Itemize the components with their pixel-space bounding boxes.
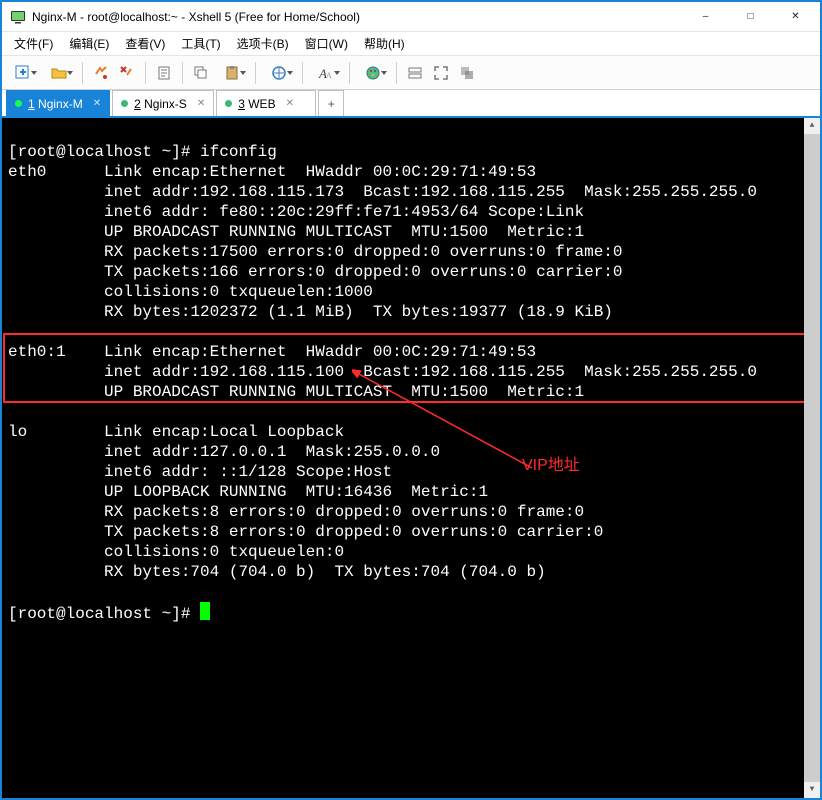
font-button[interactable]: AA [309, 61, 343, 85]
terminal-line: TX packets:166 errors:0 dropped:0 overru… [8, 263, 623, 281]
window-titlebar: Nginx-M - root@localhost:~ - Xshell 5 (F… [2, 2, 820, 32]
terminal-line: lo Link encap:Local Loopback [8, 423, 344, 441]
status-dot-icon [225, 100, 232, 107]
terminal-line: RX packets:17500 errors:0 dropped:0 over… [8, 243, 623, 261]
toolbar-separator [182, 62, 183, 84]
copy-button[interactable] [189, 61, 213, 85]
terminal-line: inet addr:192.168.115.100 Bcast:192.168.… [8, 363, 757, 381]
menubar: 文件(F) 编辑(E) 查看(V) 工具(T) 选项卡(B) 窗口(W) 帮助(… [2, 32, 820, 56]
tab-label: Nginx-S [144, 97, 187, 111]
tab-add-button[interactable]: + [318, 90, 344, 116]
toolbar: AA [2, 56, 820, 90]
tab-label: Nginx-M [38, 97, 83, 111]
disconnect-button[interactable] [115, 61, 139, 85]
maximize-button[interactable]: □ [728, 3, 773, 31]
terminal-line: collisions:0 txqueuelen:1000 [8, 283, 373, 301]
terminal-line: RX bytes:704 (704.0 b) TX bytes:704 (704… [8, 563, 546, 581]
scroll-track[interactable] [804, 134, 820, 782]
tab-close-icon[interactable]: ✕ [286, 98, 294, 109]
toolbar-separator [302, 62, 303, 84]
color-scheme-button[interactable] [356, 61, 390, 85]
tab-nginx-m[interactable]: 1 Nginx-M ✕ [6, 90, 110, 116]
open-button[interactable] [42, 61, 76, 85]
tab-web[interactable]: 3 WEB ✕ [216, 90, 316, 116]
terminal-line: inet addr:192.168.115.173 Bcast:192.168.… [8, 183, 757, 201]
tab-close-icon[interactable]: ✕ [197, 98, 205, 109]
svg-text:A: A [326, 71, 332, 80]
terminal-line: inet6 addr: ::1/128 Scope:Host [8, 463, 392, 481]
window-title: Nginx-M - root@localhost:~ - Xshell 5 (F… [32, 10, 683, 24]
terminal-line: UP LOOPBACK RUNNING MTU:16436 Metric:1 [8, 483, 488, 501]
terminal-line: [root@localhost ~]# ifconfig [8, 143, 277, 161]
menu-file[interactable]: 文件(F) [6, 32, 61, 55]
toolbar-separator [82, 62, 83, 84]
properties-button[interactable] [152, 61, 176, 85]
fullscreen-button[interactable] [429, 61, 453, 85]
menu-tools[interactable]: 工具(T) [173, 32, 228, 55]
toolbar-separator [396, 62, 397, 84]
terminal-line: RX packets:8 errors:0 dropped:0 overruns… [8, 503, 584, 521]
vertical-scrollbar[interactable]: ▲ ▼ [804, 118, 820, 798]
paste-button[interactable] [215, 61, 249, 85]
cursor-icon [200, 602, 210, 620]
tab-close-icon[interactable]: ✕ [93, 98, 101, 109]
find-button[interactable] [262, 61, 296, 85]
menu-tabs[interactable]: 选项卡(B) [229, 32, 297, 55]
transparency-button[interactable] [455, 61, 479, 85]
tab-number: 2 [134, 97, 141, 111]
terminal-output[interactable]: [root@localhost ~]# ifconfig eth0 Link e… [2, 118, 820, 798]
menu-view[interactable]: 查看(V) [117, 32, 173, 55]
toolbar-separator [145, 62, 146, 84]
tab-number: 1 [28, 97, 35, 111]
terminal-line: eth0:1 Link encap:Ethernet HWaddr 00:0C:… [8, 343, 536, 361]
terminal-line: collisions:0 txqueuelen:0 [8, 543, 344, 561]
tile-horizontal-button[interactable] [403, 61, 427, 85]
scroll-down-icon[interactable]: ▼ [804, 782, 820, 798]
scroll-thumb[interactable] [804, 134, 820, 782]
terminal-line: inet addr:127.0.0.1 Mask:255.0.0.0 [8, 443, 440, 461]
terminal-line: eth0 Link encap:Ethernet HWaddr 00:0C:29… [8, 163, 536, 181]
tab-number: 3 [238, 97, 245, 111]
terminal-line: [root@localhost ~]# [8, 605, 200, 623]
minimize-button[interactable]: – [683, 3, 728, 31]
reconnect-button[interactable] [89, 61, 113, 85]
toolbar-separator [255, 62, 256, 84]
scroll-up-icon[interactable]: ▲ [804, 118, 820, 134]
status-dot-icon [15, 100, 22, 107]
terminal-line: UP BROADCAST RUNNING MULTICAST MTU:1500 … [8, 383, 584, 401]
terminal-line: UP BROADCAST RUNNING MULTICAST MTU:1500 … [8, 223, 584, 241]
terminal-line: RX bytes:1202372 (1.1 MiB) TX bytes:1937… [8, 303, 613, 321]
menu-edit[interactable]: 编辑(E) [61, 32, 117, 55]
session-tabs: 1 Nginx-M ✕ 2 Nginx-S ✕ 3 WEB ✕ + [2, 90, 820, 118]
menu-help[interactable]: 帮助(H) [356, 32, 413, 55]
terminal-line: inet6 addr: fe80::20c:29ff:fe71:4953/64 … [8, 203, 584, 221]
status-dot-icon [121, 100, 128, 107]
tab-label: WEB [248, 97, 275, 111]
terminal-line: TX packets:8 errors:0 dropped:0 overruns… [8, 523, 603, 541]
toolbar-separator [349, 62, 350, 84]
tab-nginx-s[interactable]: 2 Nginx-S ✕ [112, 90, 214, 116]
menu-window[interactable]: 窗口(W) [297, 32, 356, 55]
close-button[interactable]: ✕ [773, 3, 818, 31]
app-icon [10, 9, 26, 25]
annotation-label: VIP地址 [522, 456, 580, 476]
new-session-button[interactable] [6, 61, 40, 85]
